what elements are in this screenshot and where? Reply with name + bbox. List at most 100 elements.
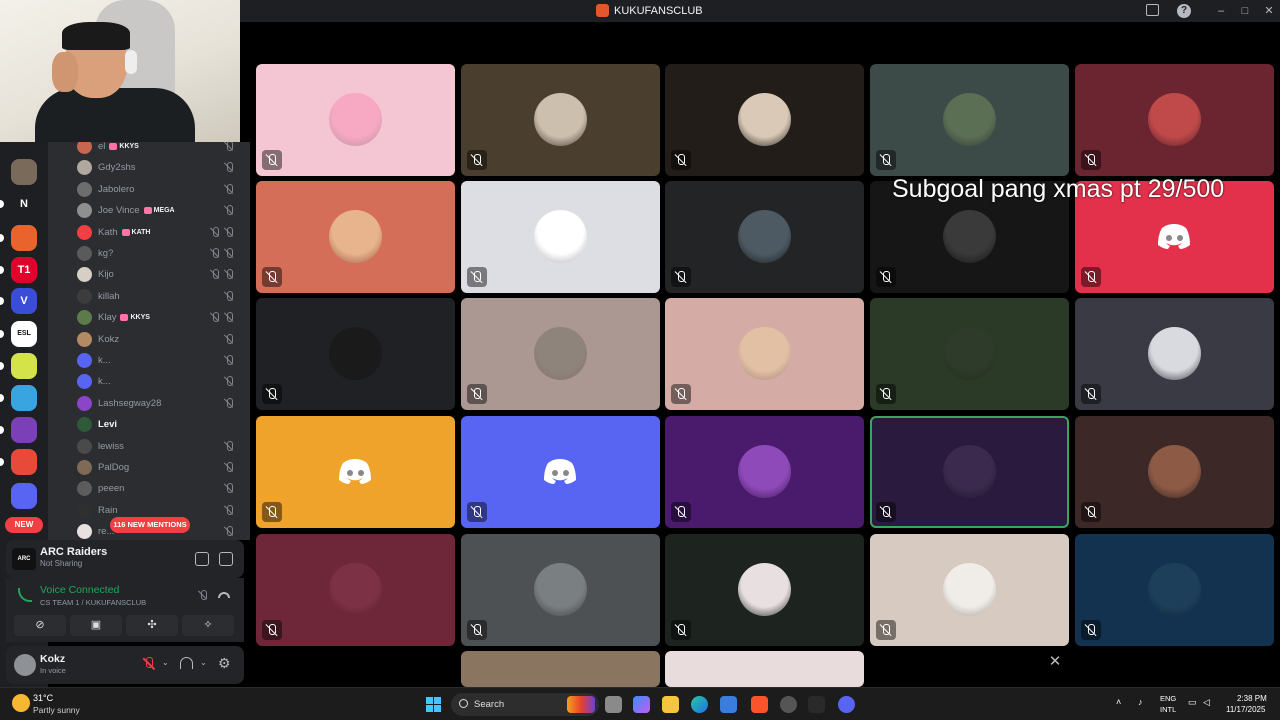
participant-tile[interactable] (665, 181, 864, 293)
participant-tile[interactable] (461, 181, 660, 293)
taskbar-search[interactable]: Search (451, 693, 599, 716)
speaker-icon[interactable]: ◁ (1203, 697, 1210, 708)
participant-tile[interactable] (870, 416, 1069, 528)
participant-tile[interactable] (1075, 298, 1274, 410)
discord-taskbar-icon[interactable] (838, 696, 855, 713)
member-row[interactable]: kg? (77, 243, 242, 264)
screen-share-icon[interactable] (219, 552, 233, 566)
member-row[interactable]: Gdy2shs (77, 157, 242, 178)
participant-tile[interactable] (256, 64, 455, 176)
participant-tile[interactable] (1075, 64, 1274, 176)
camera-off-button[interactable]: ⊘ (14, 615, 66, 636)
participant-tile[interactable] (461, 298, 660, 410)
participant-tile[interactable] (461, 651, 660, 687)
language-secondary[interactable]: INTL (1160, 705, 1176, 714)
display-icon[interactable]: ▭ (1188, 697, 1197, 708)
user-avatar[interactable] (14, 654, 36, 676)
copilot-icon[interactable] (633, 696, 650, 713)
participant-tile[interactable] (665, 534, 864, 646)
activities-button[interactable]: ✣ (126, 615, 178, 636)
participant-tile[interactable] (665, 64, 864, 176)
file-explorer-icon[interactable] (662, 696, 679, 713)
participant-tile[interactable] (256, 534, 455, 646)
server-icon[interactable] (11, 385, 37, 411)
maximize-icon[interactable]: □ (1238, 4, 1252, 18)
server-icon[interactable] (11, 353, 37, 379)
chevron-down-icon[interactable]: ⌄ (200, 658, 207, 667)
chevron-up-icon[interactable]: ˄ (1116, 697, 1121, 707)
inbox-icon[interactable] (1146, 4, 1159, 16)
member-row[interactable]: el KKYS (77, 142, 242, 157)
store-icon[interactable] (720, 696, 737, 713)
user-name[interactable]: Kokz (40, 653, 65, 665)
server-icon[interactable]: ESL (11, 321, 37, 347)
participant-tile[interactable] (665, 298, 864, 410)
member-row[interactable]: Klay KKYS (77, 307, 242, 328)
app-icon[interactable] (808, 696, 825, 713)
app-icon[interactable] (780, 696, 797, 713)
member-row[interactable]: lewiss (77, 436, 242, 457)
member-row[interactable]: k... (77, 350, 242, 371)
participant-tile[interactable] (870, 534, 1069, 646)
soundboard-button[interactable]: ✧ (182, 615, 234, 636)
help-icon[interactable]: ? (1177, 4, 1191, 18)
server-icon[interactable] (11, 225, 37, 251)
member-row[interactable]: Lashsegway28 (77, 393, 242, 414)
weather-icon[interactable] (12, 694, 30, 712)
server-icon[interactable]: T1 (11, 257, 37, 283)
participant-tile[interactable] (461, 416, 660, 528)
participant-tile[interactable] (870, 64, 1069, 176)
server-icon[interactable] (11, 417, 37, 443)
controller-icon[interactable] (195, 552, 209, 566)
server-icon[interactable]: N (11, 191, 37, 217)
member-row[interactable]: Kokz (77, 329, 242, 350)
new-mentions-pill[interactable]: 116 NEW MENTIONS (110, 517, 190, 533)
participant-tile[interactable] (665, 651, 864, 687)
server-icon[interactable]: V (11, 288, 37, 314)
participant-tile[interactable] (665, 416, 864, 528)
participant-tile[interactable] (1075, 416, 1274, 528)
windows-start-icon[interactable] (426, 697, 441, 712)
member-row[interactable]: Levi (77, 414, 242, 435)
gear-icon[interactable]: ⚙ (218, 656, 232, 670)
task-view-icon[interactable] (605, 696, 622, 713)
brave-icon[interactable] (751, 696, 768, 713)
participant-tile[interactable] (1075, 534, 1274, 646)
participant-tile[interactable] (461, 64, 660, 176)
screen-share-button[interactable]: ▣ (70, 615, 122, 636)
new-servers-pill[interactable]: NEW (5, 517, 43, 533)
headphones-icon[interactable] (180, 657, 193, 669)
voice-status[interactable]: Voice Connected (40, 584, 119, 596)
server-icon[interactable] (11, 483, 37, 509)
member-row[interactable]: Joe Vince MEGA (77, 200, 242, 221)
weather-temperature[interactable]: 31°C (33, 693, 53, 703)
member-row[interactable]: killah (77, 286, 242, 307)
minimize-icon[interactable]: – (1214, 4, 1228, 18)
member-row[interactable]: k... (77, 371, 242, 392)
member-row[interactable]: PalDog (77, 457, 242, 478)
participant-tile[interactable] (256, 298, 455, 410)
mic-tray-icon[interactable]: ♪ (1138, 697, 1143, 707)
participant-tile[interactable] (461, 534, 660, 646)
close-window-icon[interactable]: ✕ (1262, 4, 1276, 18)
close-icon[interactable]: ✕ (1047, 654, 1063, 670)
language-primary[interactable]: ENG (1160, 694, 1176, 703)
member-row[interactable]: peeen (77, 478, 242, 499)
voice-channel[interactable]: CS TEAM 1 / KUKUFANSCLUB (40, 598, 146, 607)
server-icon[interactable] (11, 159, 37, 185)
chevron-down-icon[interactable]: ⌄ (162, 658, 169, 667)
clock-date[interactable]: 11/17/2025 (1226, 705, 1265, 714)
noise-suppression-icon[interactable] (198, 590, 208, 600)
mic-muted-icon[interactable] (142, 657, 156, 671)
server-icon[interactable] (11, 449, 37, 475)
member-row[interactable]: Kijo (77, 264, 242, 285)
participant-tile[interactable] (256, 416, 455, 528)
participant-tile[interactable] (870, 298, 1069, 410)
edge-icon[interactable] (691, 696, 708, 713)
member-row[interactable]: Jabolero (77, 179, 242, 200)
disconnect-icon[interactable] (218, 592, 230, 598)
member-row[interactable]: Kath KATH (77, 222, 242, 243)
weather-description[interactable]: Partly sunny (33, 705, 80, 715)
participant-tile[interactable] (256, 181, 455, 293)
clock-time[interactable]: 2:38 PM (1237, 694, 1267, 703)
